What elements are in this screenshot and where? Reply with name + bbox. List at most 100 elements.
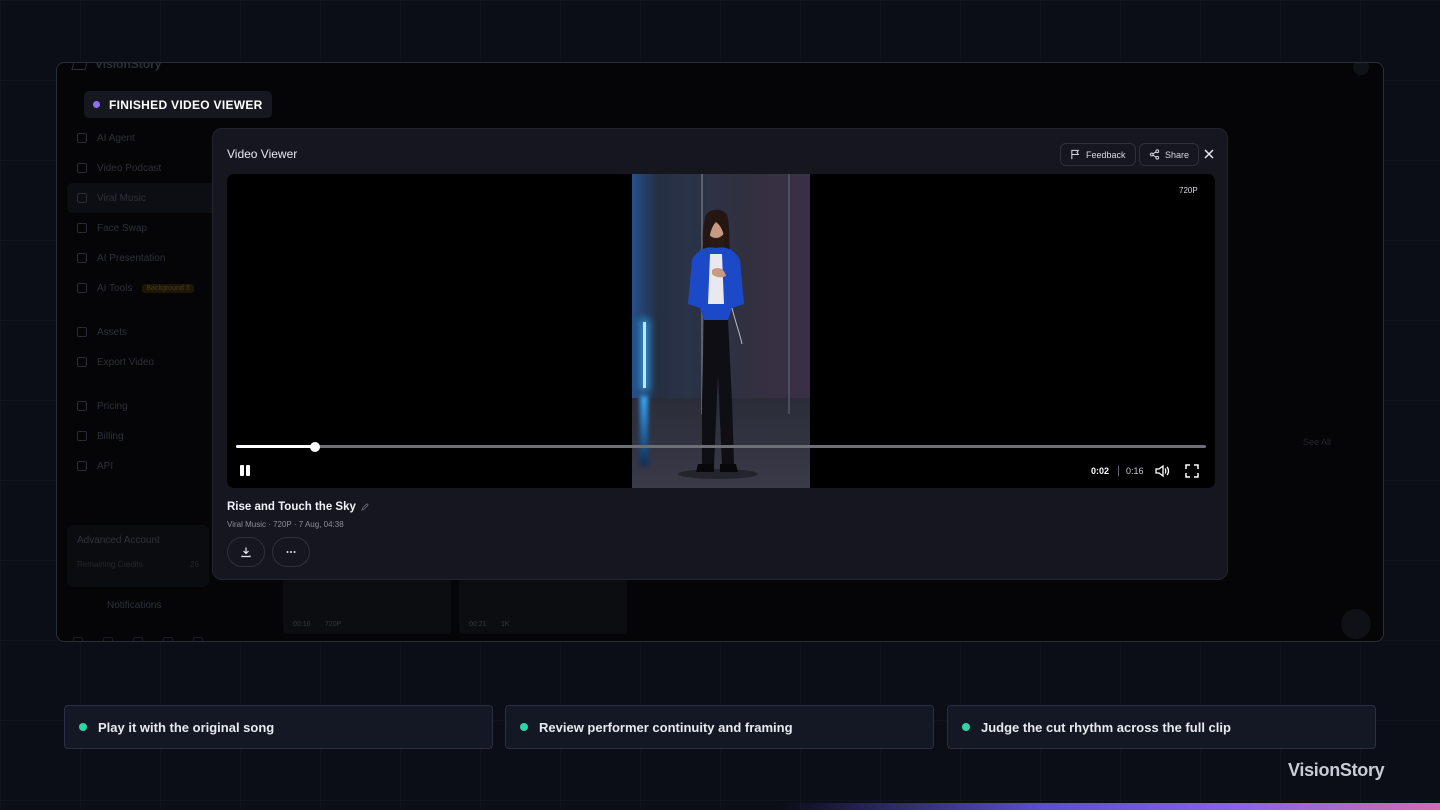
sidebar-item-assets[interactable]: Assets	[67, 317, 217, 347]
sidebar-item-ai-presentation[interactable]: AI Presentation	[67, 243, 217, 273]
sidebar-item-label: Viral Music	[97, 192, 146, 204]
link-icon[interactable]	[193, 637, 203, 641]
thumbnail-resolution: 1K	[501, 621, 510, 628]
export-icon	[77, 357, 87, 367]
sidebar-divider	[67, 377, 217, 391]
highlight-text: Judge the cut rhythm across the full cli…	[981, 719, 1231, 735]
pencil-icon[interactable]	[360, 503, 369, 511]
close-icon[interactable]	[1201, 146, 1217, 162]
logo-mark-icon	[71, 63, 89, 70]
account-card[interactable]: Advanced Account Remaining Credits 26	[67, 525, 209, 587]
progress-fill	[236, 445, 315, 448]
credits-row: Remaining Credits 26	[77, 560, 199, 569]
total-time: 0:16	[1126, 466, 1144, 476]
share-icon	[1149, 149, 1160, 160]
tag-dot	[93, 101, 100, 108]
sidebar-item-viral-music[interactable]: Viral Music	[67, 183, 217, 213]
tools-badge: Background 3	[142, 283, 194, 293]
sidebar-item-label: Export Video	[97, 356, 155, 368]
download-icon	[241, 547, 251, 558]
sidebar-item-pricing[interactable]: Pricing	[67, 391, 217, 421]
sidebar-item-label: AI Tools	[97, 282, 133, 294]
accent-bar	[780, 803, 1440, 810]
highlight-card: Play it with the original song	[64, 705, 493, 749]
current-time: 0:02	[1091, 466, 1110, 476]
tools-icon	[77, 283, 87, 293]
billing-icon	[77, 431, 87, 441]
sidebar-item-ai-agent[interactable]: AI Agent	[67, 123, 217, 153]
volume-icon[interactable]	[1154, 464, 1170, 478]
sidebar-item-face-swap[interactable]: Face Swap	[67, 213, 217, 243]
progress-handle[interactable]	[309, 441, 320, 452]
flag-icon	[1071, 149, 1080, 160]
user-avatar[interactable]	[1353, 63, 1369, 75]
folder-icon	[77, 327, 87, 337]
time-divider	[1118, 466, 1119, 476]
video-thumbnail[interactable]: 00:21 1K	[459, 578, 627, 634]
modal-title: Video Viewer	[227, 147, 298, 161]
app-brand-name: VisionStory	[95, 62, 162, 71]
share-label: Share	[1165, 149, 1190, 160]
notifications-link[interactable]: Notifications	[107, 600, 161, 611]
sidebar-divider	[67, 303, 217, 317]
sidebar-item-label: Assets	[97, 326, 128, 338]
sidebar-item-label: Video Podcast	[97, 162, 162, 174]
highlight-card: Review performer continuity and framing	[505, 705, 934, 749]
face-swap-icon	[77, 223, 87, 233]
highlight-card: Judge the cut rhythm across the full cli…	[947, 705, 1376, 749]
more-options-button[interactable]	[272, 537, 310, 567]
x-icon[interactable]	[103, 637, 113, 641]
account-label: Advanced Account	[77, 535, 160, 546]
highlight-text: Play it with the original song	[98, 719, 275, 735]
sidebar-item-video-podcast[interactable]: Video Podcast	[67, 153, 217, 183]
key-icon	[77, 461, 87, 471]
thumbnail-duration: 00:21	[469, 621, 487, 628]
support-button[interactable]	[1341, 609, 1371, 639]
video-title-text: Rise and Touch the Sky	[227, 501, 356, 513]
share-button[interactable]: Share	[1139, 143, 1200, 166]
discord-icon[interactable]	[73, 637, 83, 641]
see-all-link[interactable]: See All	[1303, 437, 1331, 447]
podcast-icon	[77, 163, 87, 173]
app-logo: VisionStory	[71, 62, 162, 71]
more-icon	[286, 551, 296, 553]
progress-bar[interactable]	[236, 441, 1206, 452]
thumbnail-duration: 00:16	[293, 621, 311, 628]
thumbnail-resolution: 720P	[325, 621, 342, 628]
sidebar-item-ai-tools[interactable]: AI Tools Background 3	[67, 273, 217, 303]
presentation-icon	[77, 253, 87, 263]
social-links	[73, 637, 203, 641]
footer-brand: VisionStory	[1288, 760, 1385, 780]
highlight-text: Review performer continuity and framing	[539, 719, 793, 735]
sidebar-item-label: Face Swap	[97, 222, 148, 234]
sidebar-item-label: API	[97, 460, 114, 472]
video-player[interactable]: 720P 0:02 0:16	[227, 174, 1215, 488]
sidebar-item-label: Pricing	[97, 400, 128, 412]
video-thumbnail[interactable]: 00:16 720P	[283, 578, 451, 634]
feedback-button[interactable]: Feedback	[1060, 143, 1136, 166]
highlight-dot	[79, 723, 87, 731]
sidebar-item-api[interactable]: API	[67, 451, 217, 481]
download-button[interactable]	[227, 537, 265, 567]
youtube-icon[interactable]	[133, 637, 143, 641]
music-icon	[77, 193, 87, 203]
performer-figure	[678, 209, 758, 479]
sidebar-item-label: AI Presentation	[97, 252, 166, 264]
resolution-badge: 720P	[1179, 186, 1198, 195]
fullscreen-icon[interactable]	[1185, 464, 1199, 478]
sidebar-item-label: AI Agent	[97, 132, 135, 144]
sidebar-item-billing[interactable]: Billing	[67, 421, 217, 451]
video-meta: Viral Music · 720P · 7 Aug, 04:38	[227, 520, 344, 529]
section-tag: FINISHED VIDEO VIEWER	[84, 91, 272, 118]
pause-icon[interactable]	[239, 465, 251, 477]
mail-icon[interactable]	[163, 637, 173, 641]
section-tag-label: FINISHED VIDEO VIEWER	[109, 97, 263, 112]
feedback-label: Feedback	[1086, 149, 1126, 160]
credits-value: 26	[190, 560, 199, 569]
video-viewer-modal: Video Viewer Feedback Share 720P 0:02 0:…	[212, 128, 1228, 580]
agent-icon	[77, 133, 87, 143]
sparkle-icon	[77, 401, 87, 411]
sidebar-item-label: Billing	[97, 430, 124, 442]
sidebar-item-export-video[interactable]: Export Video	[67, 347, 217, 377]
highlight-dot	[962, 723, 970, 731]
